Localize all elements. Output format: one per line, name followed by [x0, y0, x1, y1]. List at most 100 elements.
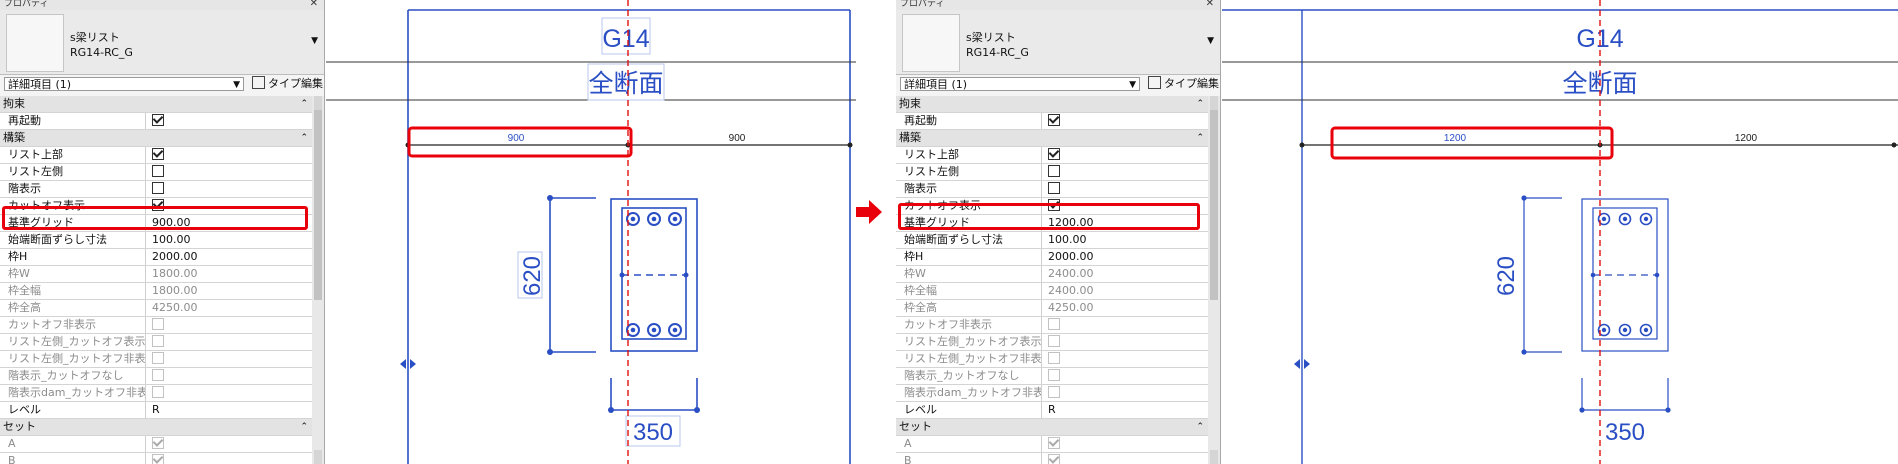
category-set[interactable]: セット ⌃ [896, 419, 1208, 436]
checkbox[interactable] [152, 182, 164, 194]
edit-type-button[interactable]: タイプ編集 [1148, 76, 1219, 92]
type-selector[interactable]: s梁リスト RG14-RC_G ▼ [896, 10, 1220, 75]
scrollbar-thumb[interactable] [1210, 110, 1218, 300]
edit-type-button[interactable]: タイプ編集 [252, 76, 323, 92]
param-end-offset[interactable]: 始端断面ずらし寸法 100.00 [896, 232, 1208, 249]
instance-filter-select[interactable]: 詳細項目 (1) ▼ [900, 77, 1140, 91]
scrollbar-thumb[interactable] [314, 110, 322, 300]
checkbox[interactable] [1048, 165, 1060, 177]
param-level[interactable]: レベル R [896, 402, 1208, 419]
type-family: s梁リスト [70, 31, 120, 44]
edit-type-icon [252, 76, 265, 89]
param-list-left[interactable]: リスト左側 [896, 164, 1208, 181]
checkbox[interactable] [152, 165, 164, 177]
param-frame-w: 枠W 2400.00 [896, 266, 1208, 283]
width-dimension: 350 [1605, 419, 1645, 446]
param-list-left-cutoff-hidden: リスト左側_カットオフ非表示 [0, 351, 312, 368]
scroll-down-icon[interactable] [314, 450, 322, 464]
param-list-left[interactable]: リスト左側 [0, 164, 312, 181]
properties-scrollbar[interactable] [312, 96, 324, 464]
collapse-icon[interactable]: ⌃ [1196, 96, 1204, 112]
param-list-left-cutoff-hidden: リスト左側_カットオフ非表示 [896, 351, 1208, 368]
param-end-offset[interactable]: 始端断面ずらし寸法 100.00 [0, 232, 312, 249]
span-right-label: 1200 [1735, 133, 1758, 144]
type-selector[interactable]: s梁リスト RG14-RC_G ▼ [0, 10, 324, 75]
param-floor-display-no-cutoff: 階表示_カットオフなし [0, 368, 312, 385]
chevron-down-icon[interactable]: ▼ [1207, 36, 1214, 46]
checkbox [1048, 352, 1060, 364]
properties-title: プロパティ [900, 0, 945, 9]
collapse-icon[interactable]: ⌃ [1196, 130, 1204, 146]
checkbox [1048, 454, 1060, 464]
param-level[interactable]: レベル R [0, 402, 312, 419]
instance-filter-select[interactable]: 詳細項目 (1) ▼ [4, 77, 244, 91]
section-label: 全断面 [588, 69, 663, 98]
checkbox [1048, 335, 1060, 347]
category-constraints[interactable]: 拘束 ⌃ [0, 96, 312, 113]
checkbox [1048, 437, 1060, 449]
checkbox[interactable] [152, 148, 164, 160]
stirrup-outline [621, 207, 687, 340]
param-frame-total-height: 枠全高 4250.00 [896, 300, 1208, 317]
param-restart[interactable]: 再起動 [0, 113, 312, 130]
span-right-label: 900 [729, 133, 746, 144]
category-construction[interactable]: 構築 ⌃ [896, 130, 1208, 147]
category-set[interactable]: セット ⌃ [0, 419, 312, 436]
scroll-up-icon[interactable] [314, 96, 322, 110]
param-restart[interactable]: 再起動 [896, 113, 1208, 130]
base-grid-highlight [898, 203, 1200, 230]
checkbox[interactable] [1048, 182, 1060, 194]
properties-title-bar: プロパティ ✕ [0, 0, 324, 10]
checkbox [152, 437, 164, 449]
param-frame-h[interactable]: 枠H 2000.00 [0, 249, 312, 266]
collapse-icon[interactable]: ⌃ [300, 419, 308, 435]
collapse-icon[interactable]: ⌃ [300, 96, 308, 112]
properties-palette: プロパティ ✕ s梁リスト RG14-RC_G ▼ 詳細項目 (1) ▼ タイプ… [896, 0, 1221, 464]
checkbox[interactable] [1048, 114, 1060, 126]
instance-filter-value: 詳細項目 (1) [904, 78, 968, 91]
param-set-a: A [0, 436, 312, 453]
checkbox [1048, 386, 1060, 398]
param-set-a: A [896, 436, 1208, 453]
close-icon[interactable]: ✕ [310, 0, 318, 9]
param-set-b: B [0, 453, 312, 464]
properties-title-bar: プロパティ ✕ [896, 0, 1220, 10]
after-panel: プロパティ ✕ s梁リスト RG14-RC_G ▼ 詳細項目 (1) ▼ タイプ… [896, 0, 1898, 464]
drawing-canvas[interactable]: G14 全断面 1200 1200 620 350 [1222, 0, 1898, 464]
properties-palette: プロパティ ✕ s梁リスト RG14-RC_G ▼ 詳細項目 (1) ▼ タイプ… [0, 0, 325, 464]
checkbox [152, 335, 164, 347]
param-set-b: B [896, 453, 1208, 464]
collapse-icon[interactable]: ⌃ [300, 130, 308, 146]
param-floor-display[interactable]: 階表示 [896, 181, 1208, 198]
properties-scrollbar[interactable] [1208, 96, 1220, 464]
category-construction[interactable]: 構築 ⌃ [0, 130, 312, 147]
chevron-down-icon[interactable]: ▼ [311, 36, 318, 46]
param-list-top[interactable]: リスト上部 [896, 147, 1208, 164]
base-grid-highlight [2, 206, 308, 230]
collapse-icon[interactable]: ⌃ [1196, 419, 1204, 435]
param-frame-total-height: 枠全高 4250.00 [0, 300, 312, 317]
stirrup-outline [1592, 207, 1658, 340]
properties-grid: 拘束 ⌃ 再起動 構築 ⌃ リスト上部 リスト左側 階表示 カットオフ表示 基準グリ… [0, 96, 312, 464]
param-list-left-cutoff-display: リスト左側_カットオフ表示 [896, 334, 1208, 351]
drawing-canvas[interactable]: G14 全断面 900 900 620 350 [326, 0, 856, 464]
scroll-up-icon[interactable] [1210, 96, 1218, 110]
param-frame-w: 枠W 1800.00 [0, 266, 312, 283]
param-frame-h[interactable]: 枠H 2000.00 [896, 249, 1208, 266]
type-thumbnail [902, 14, 960, 72]
checkbox[interactable] [1048, 148, 1060, 160]
category-constraints[interactable]: 拘束 ⌃ [896, 96, 1208, 113]
checkbox[interactable] [152, 114, 164, 126]
instance-filter-value: 詳細項目 (1) [8, 78, 72, 91]
checkbox [1048, 369, 1060, 381]
type-type: RG14-RC_G [966, 46, 1029, 59]
checkbox [152, 318, 164, 330]
span-highlight [1330, 126, 1614, 160]
checkbox [152, 454, 164, 464]
param-floor-display[interactable]: 階表示 [0, 181, 312, 198]
close-icon[interactable]: ✕ [1206, 0, 1214, 9]
checkbox [152, 386, 164, 398]
param-list-top[interactable]: リスト上部 [0, 147, 312, 164]
span-left-label: 1200 [1444, 133, 1467, 144]
scroll-down-icon[interactable] [1210, 450, 1218, 464]
